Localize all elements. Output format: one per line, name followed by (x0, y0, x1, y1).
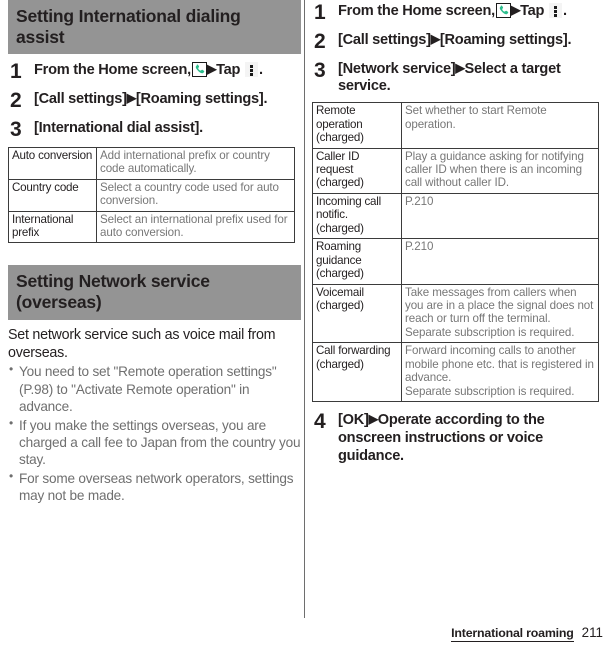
step-3-right: 3 [Network service]▶Select a target serv… (312, 58, 605, 97)
step-2-left: 2 [Call settings]▶[Roaming settings]. (8, 90, 301, 112)
right-column: 1 From the Home screen, ▶Tap . 2 [Call se… (312, 0, 605, 465)
section-banner-international-dialing-assist: Setting International dialing assist (8, 0, 301, 55)
step-text-post: . (563, 3, 567, 19)
section-intro-text: Set network service such as voice mail f… (8, 326, 276, 361)
step-text-mid: Tap (520, 3, 545, 19)
table-cell-value: P.210 (401, 238, 599, 285)
step-text-b: [Roaming settings]. (135, 91, 268, 108)
table-cell-key: Voicemail (charged) (312, 283, 402, 344)
table-cell-key: Caller ID request (charged) (312, 147, 402, 194)
step-4-right: 4 [OK]▶Operate according to the onscreen… (312, 411, 605, 465)
table-row: Call forwarding (charged) Forward incomi… (312, 342, 599, 402)
table-cell-value: Play a guidance asking for notifying cal… (401, 147, 599, 194)
list-item: If you make the settings overseas, you a… (8, 416, 301, 469)
arrow-separator-icon: ▶ (126, 91, 137, 106)
step-text-a: [OK] (338, 412, 369, 428)
table-cell-key: Auto conversion (8, 146, 97, 180)
table-cell-key: International prefix (8, 210, 97, 244)
table-cell-value: P.210 (401, 192, 599, 240)
step-number: 1 (10, 60, 22, 84)
step-text: [Network service]▶Select a target servic… (338, 60, 605, 97)
table-row: Voicemail (charged) Take messages from c… (312, 283, 599, 344)
step-number: 1 (314, 1, 326, 24)
table-cell-value: Set whether to start Remote operation. (401, 102, 599, 149)
table-row: Remote operation (charged) Set whether t… (312, 102, 599, 149)
step-number: 2 (314, 29, 326, 53)
step-text: From the Home screen, ▶Tap . (34, 61, 301, 80)
table-cell-key: Incoming call notific. (charged) (312, 192, 402, 240)
table-cell-key: Call forwarding (charged) (312, 342, 402, 402)
step-number: 2 (10, 89, 22, 113)
table-row: Country code Select a country code used … (8, 178, 295, 212)
arrow-separator-icon: ▶ (455, 60, 465, 75)
table-row: Incoming call notific. (charged) P.210 (312, 192, 599, 240)
step-text-pre: From the Home screen, (34, 62, 191, 79)
overflow-menu-icon[interactable] (549, 3, 563, 18)
arrow-separator-icon: ▶ (510, 3, 521, 17)
notes-list: You need to set "Remote operation settin… (8, 362, 301, 505)
page-footer: International roaming 211 (451, 625, 603, 642)
table-cell-value: Select an international prefix used for … (96, 210, 295, 244)
step-text-post: . (259, 62, 263, 79)
phone-handset-icon[interactable] (191, 62, 207, 78)
table-cell-value: Take messages from callers when you are … (401, 283, 599, 344)
table-row: Roaming guidance (charged) P.210 (312, 238, 599, 285)
step-text: [Call settings]▶[Roaming settings]. (34, 90, 301, 109)
footer-section-title: International roaming (451, 626, 574, 642)
table-cell-value: Forward incoming calls to another mobile… (401, 342, 599, 402)
step-number: 3 (314, 58, 326, 82)
section-banner-network-service-overseas: Setting Network service (overseas) (8, 265, 301, 320)
step-text-mid: Tap (216, 62, 241, 79)
step-3-left: 3 [International dial assist]. (8, 119, 301, 141)
arrow-separator-icon: ▶ (430, 31, 441, 46)
step-1-right: 1 From the Home screen, ▶Tap . (312, 2, 605, 24)
table-cell-key: Roaming guidance (charged) (312, 238, 402, 285)
manual-page: Setting International dialing assist 1 F… (0, 0, 609, 648)
step-text: From the Home screen, ▶Tap . (338, 2, 605, 21)
page-number: 211 (581, 625, 603, 640)
table-cell-key: Remote operation (charged) (312, 102, 402, 149)
column-divider (304, 0, 305, 618)
step-text-pre: From the Home screen, (338, 3, 495, 19)
step-text-a: [Call settings] (338, 31, 431, 48)
step-text-a: [International dial assist]. (34, 119, 203, 136)
table-row: Auto conversion Add international prefix… (8, 146, 295, 180)
step-1-left: 1 From the Home screen, ▶Tap . (8, 61, 301, 83)
arrow-separator-icon: ▶ (368, 412, 379, 426)
list-item: You need to set "Remote operation settin… (8, 362, 301, 415)
list-item: For some overseas network operators, set… (8, 469, 301, 505)
table-cell-value: Add international prefix or country code… (96, 146, 295, 180)
phone-handset-icon[interactable] (495, 3, 511, 18)
table-row: International prefix Select an internati… (8, 210, 295, 244)
table-row: Caller ID request (charged) Play a guida… (312, 147, 599, 194)
step-text-a: [Call settings] (34, 91, 127, 108)
table-cell-value: Select a country code used for auto conv… (96, 178, 295, 212)
overflow-menu-icon[interactable] (245, 62, 259, 78)
step-number: 3 (10, 117, 22, 141)
step-text: [International dial assist]. (34, 119, 301, 138)
international-dial-assist-table: Auto conversion Add international prefix… (8, 146, 295, 244)
table-cell-key: Country code (8, 178, 97, 212)
network-service-table: Remote operation (charged) Set whether t… (312, 102, 599, 402)
step-text: [Call settings]▶[Roaming settings]. (338, 31, 605, 50)
step-text: [OK]▶Operate according to the onscreen i… (338, 411, 605, 465)
step-text-b: [Roaming settings]. (439, 31, 572, 48)
step-2-right: 2 [Call settings]▶[Roaming settings]. (312, 29, 605, 53)
step-text-a: [Network service] (338, 60, 456, 77)
arrow-separator-icon: ▶ (206, 62, 217, 77)
step-number: 4 (314, 410, 326, 433)
left-column: Setting International dialing assist 1 F… (8, 0, 301, 505)
